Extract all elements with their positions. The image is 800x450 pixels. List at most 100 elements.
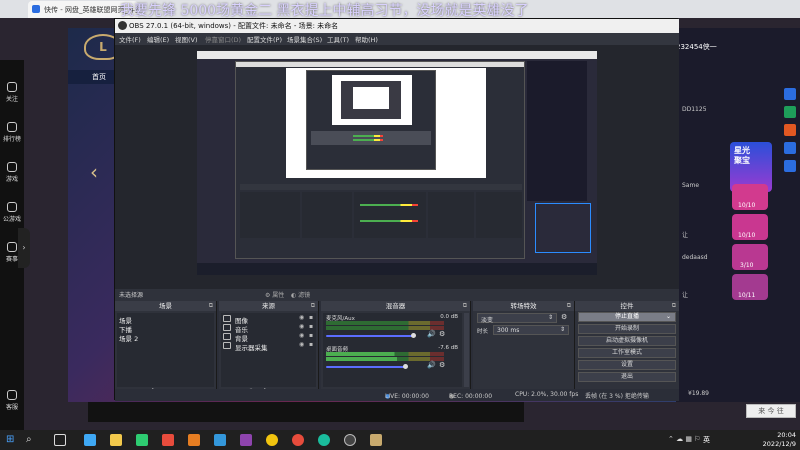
gear-icon[interactable]: ⚙ — [439, 361, 445, 369]
chevron-down-icon[interactable]: ⌄ — [666, 313, 671, 321]
volume-slider[interactable] — [326, 366, 406, 368]
menu-view[interactable]: 视图(V) — [175, 34, 198, 44]
mixer-title: 混音器 — [385, 302, 406, 310]
app-icon[interactable] — [784, 88, 796, 100]
league-taskbar-icon[interactable] — [370, 434, 382, 446]
menu-scene-collection[interactable]: 场景集合(S) — [287, 34, 322, 44]
speaker-icon[interactable]: 🔊 — [427, 330, 436, 338]
mixer-body: 麦克风/Aux 0.0 dB 🔊 ⚙ 桌面音频 -7.6 dB 🔊 ⚙ — [323, 313, 462, 387]
lock-icon[interactable]: ▪ — [309, 323, 313, 330]
volume-slider-handle[interactable] — [411, 333, 416, 338]
start-virtual-camera-button[interactable]: 启动虚拟摄像机 — [578, 336, 676, 346]
input-language[interactable]: 英 — [703, 435, 710, 445]
app-icon[interactable] — [784, 142, 796, 154]
rail-label: 排行榜 — [2, 136, 21, 143]
app-icon[interactable] — [784, 106, 796, 118]
tray-icons[interactable]: ⌃ ☁ ▦ ⚐ — [668, 435, 700, 443]
edge-icon[interactable] — [318, 434, 330, 446]
lock-icon[interactable]: ▪ — [309, 314, 313, 321]
gift-card[interactable]: 10/10 — [732, 214, 768, 240]
obs-preview-canvas[interactable] — [115, 45, 679, 289]
game-nav-home[interactable]: 首页 — [92, 72, 106, 82]
preview-obs-level-2 — [306, 70, 436, 170]
visibility-eye-icon[interactable]: ◉ — [299, 332, 304, 339]
volume-slider[interactable] — [326, 335, 414, 337]
transition-settings-icon[interactable]: ⚙ — [561, 313, 567, 321]
lock-icon[interactable]: ▪ — [309, 332, 313, 339]
volume-slider-handle[interactable] — [403, 364, 408, 369]
rail-item-public-games[interactable]: 公游戏 — [0, 202, 24, 223]
rec-time: REC: 00:00:00 — [449, 393, 493, 400]
menu-docks[interactable]: 停靠窗口(D) — [205, 34, 241, 44]
speaker-icon[interactable]: 🔊 — [427, 361, 436, 369]
app-icon[interactable] — [84, 434, 96, 446]
task-view-icon[interactable] — [54, 434, 66, 446]
source-properties-button[interactable]: ⚙ 属性 — [265, 290, 284, 299]
filters-label: 滤镜 — [298, 292, 311, 299]
properties-label: 属性 — [272, 292, 285, 299]
menu-profile[interactable]: 配置文件(P) — [247, 34, 282, 44]
source-item[interactable]: 显示器采集 — [235, 342, 268, 352]
rail-collapse-icon[interactable]: › — [18, 228, 30, 268]
app-icon[interactable] — [240, 434, 252, 446]
gift-card[interactable]: 10/11 — [732, 274, 768, 300]
undock-icon[interactable]: ⧉ — [672, 301, 676, 311]
search-icon[interactable]: ⌕ — [26, 434, 38, 446]
gift-card[interactable]: 10/10 — [732, 184, 768, 210]
rail-item-games[interactable]: 游戏 — [0, 162, 24, 183]
preview-selection-box — [535, 203, 591, 253]
visibility-eye-icon[interactable]: ◉ — [299, 341, 304, 348]
app-icon[interactable] — [214, 434, 226, 446]
preview-transitions — [428, 192, 474, 238]
carousel-prev-icon[interactable]: ‹ — [90, 160, 98, 184]
rail-item-ranking[interactable]: 排行榜 — [0, 122, 24, 143]
app-icon[interactable] — [266, 434, 278, 446]
gift-card[interactable]: 3/10 — [732, 244, 768, 270]
preview-scenes — [240, 192, 300, 238]
app-icon[interactable] — [784, 124, 796, 136]
netease-music-icon[interactable] — [292, 434, 304, 446]
gamepad-icon — [7, 162, 17, 172]
settings-button[interactable]: 设置 — [578, 360, 676, 370]
menu-help[interactable]: 帮助(H) — [355, 34, 378, 44]
undock-icon[interactable]: ⧉ — [311, 301, 315, 311]
visibility-eye-icon[interactable]: ◉ — [299, 314, 304, 321]
visibility-eye-icon[interactable]: ◉ — [299, 323, 304, 330]
undock-icon[interactable]: ⧉ — [209, 301, 213, 311]
start-recording-button[interactable]: 开始录制 — [578, 324, 676, 334]
menu-edit[interactable]: 编辑(E) — [147, 34, 169, 44]
menu-file[interactable]: 文件(F) — [119, 34, 141, 44]
stop-streaming-button[interactable]: 停止直播 ⌄ — [578, 312, 676, 322]
duration-input[interactable]: 300 ms ⇕ — [493, 325, 569, 335]
obs-window: OBS 27.0.1 (64-bit, windows) - 配置文件: 未命名… — [114, 18, 679, 401]
side-icon-strip — [780, 60, 800, 260]
undock-icon[interactable]: ⧉ — [567, 301, 571, 311]
exit-button[interactable]: 退出 — [578, 372, 676, 382]
mixer-scrollbar[interactable] — [464, 313, 469, 387]
scene-item[interactable]: 场景 2 — [119, 333, 138, 343]
office-icon[interactable] — [162, 434, 174, 446]
studio-mode-button[interactable]: 工作室模式 — [578, 348, 676, 358]
taskbar-clock[interactable]: 20:04 2022/12/9 — [763, 431, 796, 449]
rail-item-follow[interactable]: 关注 — [0, 82, 24, 103]
obs-taskbar-icon[interactable] — [344, 434, 356, 446]
folder-icon[interactable] — [110, 434, 122, 446]
menu-tools[interactable]: 工具(T) — [327, 34, 349, 44]
volume-meter — [326, 352, 444, 356]
windows-start-icon[interactable]: ⊞ — [6, 434, 18, 446]
stepper-icon: ⇕ — [559, 326, 565, 333]
page-bottom-bar — [88, 402, 524, 422]
source-filters-button[interactable]: ◐ 滤镜 — [291, 290, 310, 299]
transition-select[interactable]: 淡变 ⇕ — [477, 313, 557, 324]
controls-dock-header: 控件 ⧉ — [575, 301, 679, 311]
undock-icon[interactable]: ⧉ — [463, 301, 467, 311]
price-label: ¥19.89 — [688, 390, 709, 397]
app-icon[interactable] — [136, 434, 148, 446]
gear-icon[interactable]: ⚙ — [439, 330, 445, 338]
app-icon[interactable] — [188, 434, 200, 446]
preview-meter — [353, 135, 383, 137]
app-icon[interactable] — [784, 160, 796, 172]
lock-icon[interactable]: ▪ — [309, 341, 313, 348]
rail-item-service[interactable]: 客服 — [0, 390, 24, 411]
gift-progress: 10/10 — [738, 202, 756, 209]
